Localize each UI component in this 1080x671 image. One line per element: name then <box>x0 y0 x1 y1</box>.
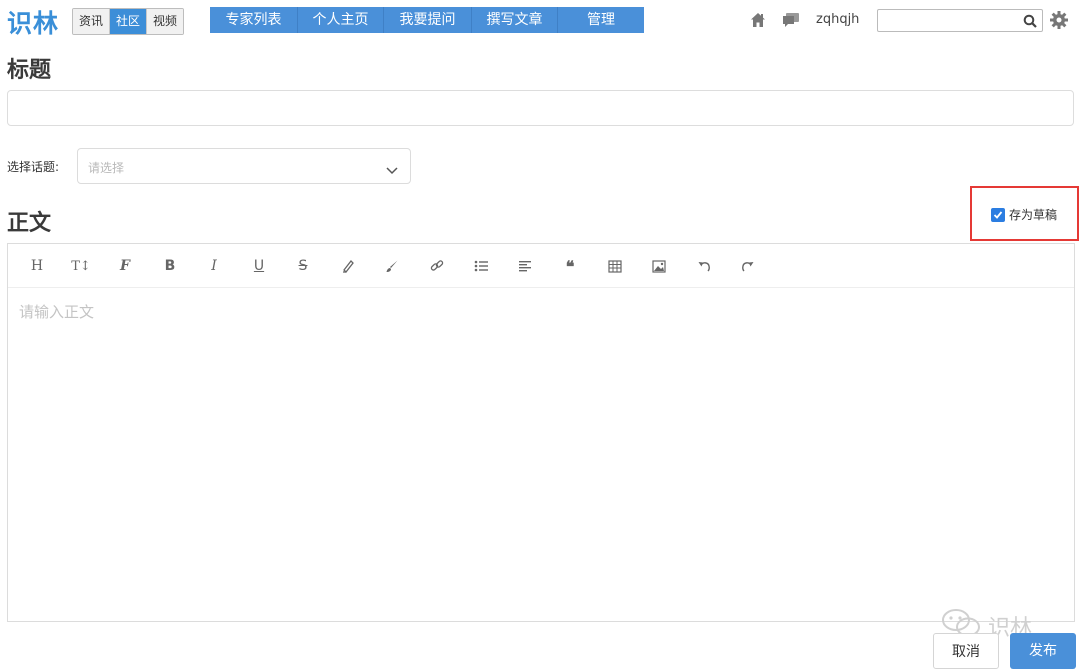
editor-toolbar: H T↕ F B I U S ❝ <box>8 244 1074 288</box>
bold-icon[interactable]: B <box>160 256 180 276</box>
nav-profile[interactable]: 个人主页 <box>298 7 384 33</box>
username[interactable]: zqhqjh <box>816 12 859 27</box>
quote-icon[interactable]: ❝ <box>560 256 580 276</box>
brush-icon[interactable] <box>382 256 402 276</box>
italic-icon[interactable]: I <box>204 256 224 276</box>
search-icon[interactable] <box>1023 13 1037 32</box>
nav-admin[interactable]: 管理 <box>558 7 644 33</box>
home-icon[interactable] <box>750 12 766 32</box>
heading-icon[interactable]: H <box>27 256 47 276</box>
body-editor-placeholder[interactable]: 请输入正文 <box>19 301 94 322</box>
search-input[interactable] <box>878 10 1018 32</box>
tab-news[interactable]: 资讯 <box>73 9 111 34</box>
font-size-icon[interactable]: T↕ <box>71 256 91 276</box>
topic-placeholder: 请选择 <box>88 161 125 175</box>
main-nav: 专家列表 个人主页 我要提问 撰写文章 管理 <box>210 7 644 33</box>
redo-icon[interactable] <box>738 256 758 276</box>
nav-write-article[interactable]: 撰写文章 <box>472 7 558 33</box>
top-bar: 识林 资讯 社区 视频 专家列表 个人主页 我要提问 撰写文章 管理 zqhqj… <box>0 0 1080 42</box>
gear-icon[interactable] <box>1049 10 1069 34</box>
title-input[interactable] <box>7 90 1074 126</box>
align-icon[interactable] <box>515 256 535 276</box>
nav-ask-question[interactable]: 我要提问 <box>384 7 472 33</box>
font-family-icon[interactable]: F <box>115 256 135 276</box>
underline-icon[interactable]: U <box>249 256 269 276</box>
tab-community[interactable]: 社区 <box>110 9 148 34</box>
image-icon[interactable] <box>649 256 669 276</box>
topic-select[interactable]: 请选择 <box>77 148 411 184</box>
undo-icon[interactable] <box>694 256 714 276</box>
cancel-button[interactable]: 取消 <box>933 633 999 669</box>
nav-expert-list[interactable]: 专家列表 <box>210 7 298 33</box>
publish-button[interactable]: 发布 <box>1010 633 1076 669</box>
tab-video[interactable]: 视频 <box>147 9 184 34</box>
checkbox-checked-icon[interactable] <box>991 207 1005 222</box>
title-heading: 标题 <box>7 58 52 83</box>
body-heading: 正文 <box>7 211 52 236</box>
save-draft-label: 存为草稿 <box>1009 208 1058 222</box>
section-switcher: 资讯 社区 视频 <box>72 8 185 35</box>
rich-text-editor: H T↕ F B I U S ❝ 请输入正文 <box>7 243 1075 622</box>
highlight-icon[interactable] <box>338 256 358 276</box>
save-draft-checkbox[interactable]: 存为草稿 <box>991 206 1057 223</box>
link-icon[interactable] <box>427 256 447 276</box>
message-icon[interactable] <box>782 12 800 32</box>
site-logo[interactable]: 识林 <box>7 4 59 40</box>
strikethrough-icon[interactable]: S <box>293 256 313 276</box>
bulleted-list-icon[interactable] <box>471 256 491 276</box>
chevron-down-icon <box>386 161 398 180</box>
table-icon[interactable] <box>605 256 625 276</box>
topic-label: 选择话题: <box>7 160 60 174</box>
search-box <box>877 9 1043 32</box>
